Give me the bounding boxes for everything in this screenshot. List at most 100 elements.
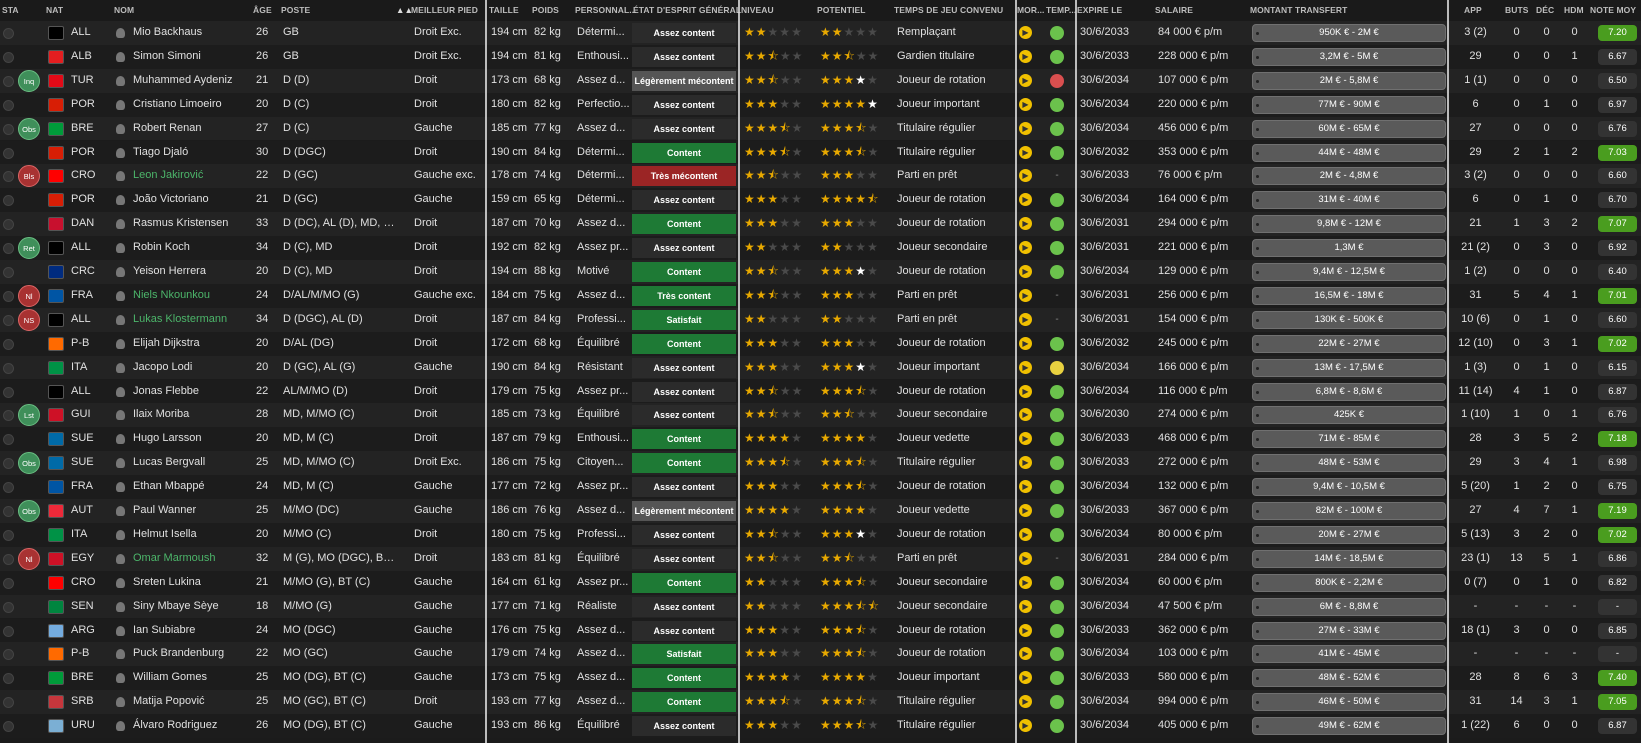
player-name[interactable]: Matija Popović [130, 690, 252, 714]
select-checkbox[interactable] [3, 673, 14, 685]
select-checkbox[interactable] [3, 601, 14, 613]
select-checkbox[interactable] [3, 649, 14, 661]
col-nat[interactable]: NAT [46, 0, 106, 21]
table-row[interactable]: P-B Puck Brandenburg 22 MO (GC) Gauche 179 cm… [0, 642, 1641, 667]
table-row[interactable]: ARG Ian Subiabre 24 MO (DGC) Gauche 176 cm 75 … [0, 618, 1641, 643]
player-name[interactable]: Yeison Herrera [130, 260, 252, 284]
transfer-value-bar[interactable]: 6M € - 8,8M € [1252, 597, 1446, 616]
table-row[interactable]: POR João Victoriano 21 D (GC) Gauche 159 cm 65… [0, 188, 1641, 213]
table-row[interactable]: Obs BRE Robert Renan 27 D (C) Gauche 185 cm 77 … [0, 116, 1641, 141]
player-name[interactable]: Siny Mbaye Sèye [130, 595, 252, 619]
table-row[interactable]: SUE Hugo Larsson 20 MD, M (C) Droit 187 cm 79 … [0, 427, 1641, 452]
table-row[interactable]: ALB Simon Simoni 26 GB Droit Exc. 194 cm 81 kg… [0, 44, 1641, 69]
transfer-value-bar[interactable]: 49M € - 62M € [1252, 717, 1446, 736]
player-name[interactable]: Robin Koch [130, 236, 252, 260]
table-row[interactable]: ALL Mio Backhaus 26 GB Droit Exc. 194 cm 82 kg… [0, 21, 1641, 45]
select-checkbox[interactable] [3, 314, 14, 326]
col-nom[interactable]: NOM [114, 0, 244, 21]
transfer-value-bar[interactable]: 44M € - 48M € [1252, 143, 1446, 162]
col-pied[interactable]: MEILLEUR PIED [411, 0, 486, 21]
col-app[interactable]: APP [1464, 0, 1494, 21]
col-salaire[interactable]: SALAIRE [1155, 0, 1245, 21]
player-name[interactable]: Hugo Larsson [130, 427, 252, 451]
table-row[interactable]: POR Cristiano Limoeiro 20 D (C) Droit 180 cm 8… [0, 92, 1641, 117]
transfer-value-bar[interactable]: 20M € - 27M € [1252, 525, 1446, 544]
player-name[interactable]: Ian Subiabre [130, 619, 252, 643]
table-row[interactable]: Inq TUR Muhammed Aydeniz 21 D (D) Droit 173 cm… [0, 68, 1641, 93]
transfer-value-bar[interactable]: 41M € - 45M € [1252, 645, 1446, 664]
transfer-value-bar[interactable]: 31M € - 40M € [1252, 191, 1446, 210]
transfer-value-bar[interactable]: 3,2M € - 5M € [1252, 47, 1446, 66]
select-checkbox[interactable] [3, 28, 14, 39]
select-checkbox[interactable] [3, 219, 14, 231]
player-name[interactable]: Cristiano Limoeiro [130, 93, 252, 117]
table-row[interactable]: DAN Rasmus Kristensen 33 D (DC), AL (D), MD… [0, 212, 1641, 237]
select-checkbox[interactable] [3, 267, 14, 278]
col-perso[interactable]: PERSONNAL... [575, 0, 637, 21]
transfer-value-bar[interactable]: 46M € - 50M € [1252, 693, 1446, 712]
table-row[interactable]: ITA Jacopo Lodi 20 D (GC), AL (G) Gauche 190 … [0, 355, 1641, 380]
table-row[interactable]: Obs AUT Paul Wanner 25 M/MO (DC) Gauche 186 cm… [0, 499, 1641, 523]
player-name[interactable]: Ilaix Moriba [130, 403, 252, 427]
select-checkbox[interactable] [3, 123, 14, 135]
select-checkbox[interactable] [3, 147, 14, 159]
transfer-value-bar[interactable]: 9,4M € - 12,5M € [1252, 263, 1446, 281]
player-name[interactable]: Leon Jakirović [130, 164, 252, 188]
select-checkbox[interactable] [3, 51, 14, 63]
select-checkbox[interactable] [3, 721, 14, 733]
select-checkbox[interactable] [3, 553, 14, 565]
transfer-value-bar[interactable]: 14M € - 18,5M € [1252, 549, 1446, 568]
col-note[interactable]: NOTE MOY [1590, 0, 1640, 21]
player-name[interactable]: Lucas Bergvall [130, 451, 252, 475]
transfer-value-bar[interactable]: 82M € - 100M € [1252, 502, 1446, 520]
table-row[interactable]: P-B Elijah Dijkstra 20 D/AL (DG) Droit 172 cm… [0, 331, 1641, 356]
table-row[interactable]: URU Álvaro Rodriguez 26 MO (DG), BT (C) Gauc… [0, 714, 1641, 738]
player-name[interactable]: Helmut Isella [130, 523, 252, 547]
transfer-value-bar[interactable]: 130K € - 500K € [1252, 310, 1446, 329]
transfer-value-bar[interactable]: 16,5M € - 18M € [1252, 286, 1446, 305]
transfer-value-bar[interactable]: 60M € - 65M € [1252, 119, 1446, 138]
player-name[interactable]: Tiago Djaló [130, 141, 252, 165]
player-name[interactable]: Lukas Klostermann [130, 308, 252, 332]
player-name[interactable]: Simon Simoni [130, 45, 252, 69]
table-row[interactable]: SEN Siny Mbaye Sèye 18 M/MO (G) Gauche 177 cm… [0, 594, 1641, 619]
player-name[interactable]: Muhammed Aydeniz [130, 69, 252, 93]
player-name[interactable]: Jacopo Lodi [130, 356, 252, 380]
select-checkbox[interactable] [3, 290, 14, 302]
select-checkbox[interactable] [3, 99, 14, 111]
col-poids[interactable]: POIDS [532, 0, 572, 21]
table-row[interactable]: Nl FRA Niels Nkounkou 24 D/AL/M/MO (G) Gauche… [0, 283, 1641, 308]
select-checkbox[interactable] [3, 362, 14, 374]
col-sta[interactable]: STA [0, 0, 40, 21]
player-name[interactable]: Niels Nkounkou [130, 284, 252, 308]
select-checkbox[interactable] [3, 506, 14, 517]
select-checkbox[interactable] [3, 410, 14, 422]
select-checkbox[interactable] [3, 243, 14, 255]
table-row[interactable]: Bls CRO Leon Jakirović 22 D (GC) Gauche exc. 1… [0, 164, 1641, 189]
table-row[interactable]: ALL Jonas Flebbe 22 AL/M/MO (D) Droit 179 cm 7… [0, 379, 1641, 404]
col-esprit[interactable]: ÉTAT D'ESPRIT GÉNÉRAL [633, 0, 741, 21]
col-poste[interactable]: POSTE [281, 0, 391, 21]
transfer-value-bar[interactable]: 950K € - 2M € [1252, 24, 1446, 42]
table-row[interactable]: Nl EGY Omar Marmoush 32 M (G), MO (DGC), BT … [0, 546, 1641, 571]
player-name[interactable]: João Victoriano [130, 188, 252, 212]
player-name[interactable]: Puck Brandenburg [130, 642, 252, 666]
player-name[interactable]: Ethan Mbappé [130, 475, 252, 499]
transfer-value-bar[interactable]: 48M € - 52M € [1252, 669, 1446, 688]
transfer-value-bar[interactable]: 71M € - 85M € [1252, 430, 1446, 449]
col-niveau[interactable]: NIVEAU [741, 0, 811, 21]
sort-icon[interactable]: ▲▲ [396, 0, 413, 21]
transfer-value-bar[interactable]: 13M € - 17,5M € [1252, 358, 1446, 377]
transfer-value-bar[interactable]: 6,8M € - 8,6M € [1252, 382, 1446, 401]
transfer-value-bar[interactable]: 1,3M € [1252, 239, 1446, 258]
player-name[interactable]: William Gomes [130, 666, 252, 690]
col-moral[interactable]: MOR... [1017, 0, 1045, 21]
table-row[interactable]: Obs SUE Lucas Bergvall 25 MD, M/MO (C) Droit … [0, 451, 1641, 476]
col-potentiel[interactable]: POTENTIEL [817, 0, 887, 21]
select-checkbox[interactable] [3, 697, 14, 709]
player-name[interactable]: Omar Marmoush [130, 547, 252, 571]
col-dec[interactable]: DÉC [1536, 0, 1566, 21]
transfer-value-bar[interactable]: 425K € [1252, 406, 1446, 425]
col-temps[interactable]: TEMPS DE JEU CONVENU [894, 0, 1014, 21]
transfer-value-bar[interactable]: 9,8M € - 12M € [1252, 215, 1446, 234]
